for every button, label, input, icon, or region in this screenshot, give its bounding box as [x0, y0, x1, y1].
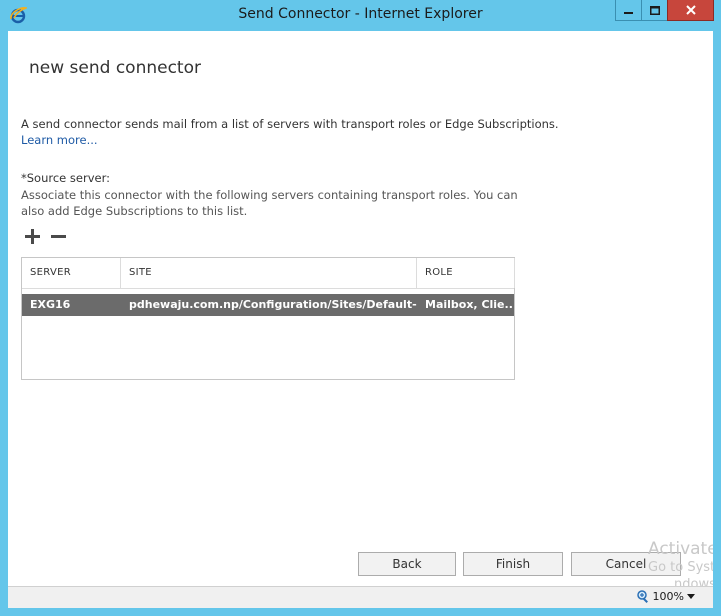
window-controls	[615, 0, 714, 21]
ie-window: Send Connector - Internet Explorer new s…	[0, 0, 721, 616]
zoom-level: 100%	[652, 590, 684, 603]
server-list-toolbar	[23, 228, 67, 244]
finish-button[interactable]: Finish	[463, 552, 563, 576]
zoom-control[interactable]: 100%	[636, 590, 695, 603]
minimize-button[interactable]	[615, 0, 642, 21]
add-server-button[interactable]	[23, 228, 41, 244]
source-server-table: SERVER SITE ROLE EXG16 pdhewaju.com.np/C…	[21, 257, 515, 380]
close-button[interactable]	[667, 0, 714, 21]
chevron-down-icon	[687, 594, 695, 599]
column-header-site[interactable]: SITE	[121, 258, 417, 288]
cancel-button[interactable]: Cancel	[571, 552, 681, 576]
learn-more-link[interactable]: Learn more...	[21, 133, 98, 148]
close-icon	[685, 5, 696, 15]
cell-server: EXG16	[30, 298, 71, 311]
back-button[interactable]: Back	[358, 552, 456, 576]
source-server-description: Associate this connector with the follow…	[21, 188, 518, 218]
cell-role: Mailbox, Clie...	[425, 298, 514, 311]
maximize-icon	[649, 5, 660, 15]
window-title: Send Connector - Internet Explorer	[238, 6, 483, 22]
maximize-button[interactable]	[641, 0, 668, 21]
watermark-line-3: ndows.	[674, 577, 713, 586]
table-row[interactable]: EXG16 pdhewaju.com.np/Configuration/Site…	[22, 294, 514, 316]
title-bar[interactable]: Send Connector - Internet Explorer	[0, 0, 721, 31]
plus-icon	[24, 228, 40, 244]
column-header-server[interactable]: SERVER	[22, 258, 121, 288]
internet-explorer-icon	[10, 7, 27, 24]
cell-site: pdhewaju.com.np/Configuration/Sites/Defa…	[129, 298, 417, 311]
column-header-role[interactable]: ROLE	[417, 258, 515, 288]
table-header: SERVER SITE ROLE	[22, 258, 515, 289]
remove-server-button[interactable]	[49, 228, 67, 244]
connector-description: A send connector sends mail from a list …	[21, 117, 559, 131]
page-title: new send connector	[29, 58, 201, 78]
dialog-content: new send connector A send connector send…	[8, 31, 713, 586]
source-server-label: *Source server:	[21, 171, 110, 185]
minimize-icon	[624, 11, 633, 14]
zoom-icon	[636, 590, 648, 603]
status-bar: 100%	[8, 586, 713, 608]
minus-icon	[50, 234, 66, 238]
